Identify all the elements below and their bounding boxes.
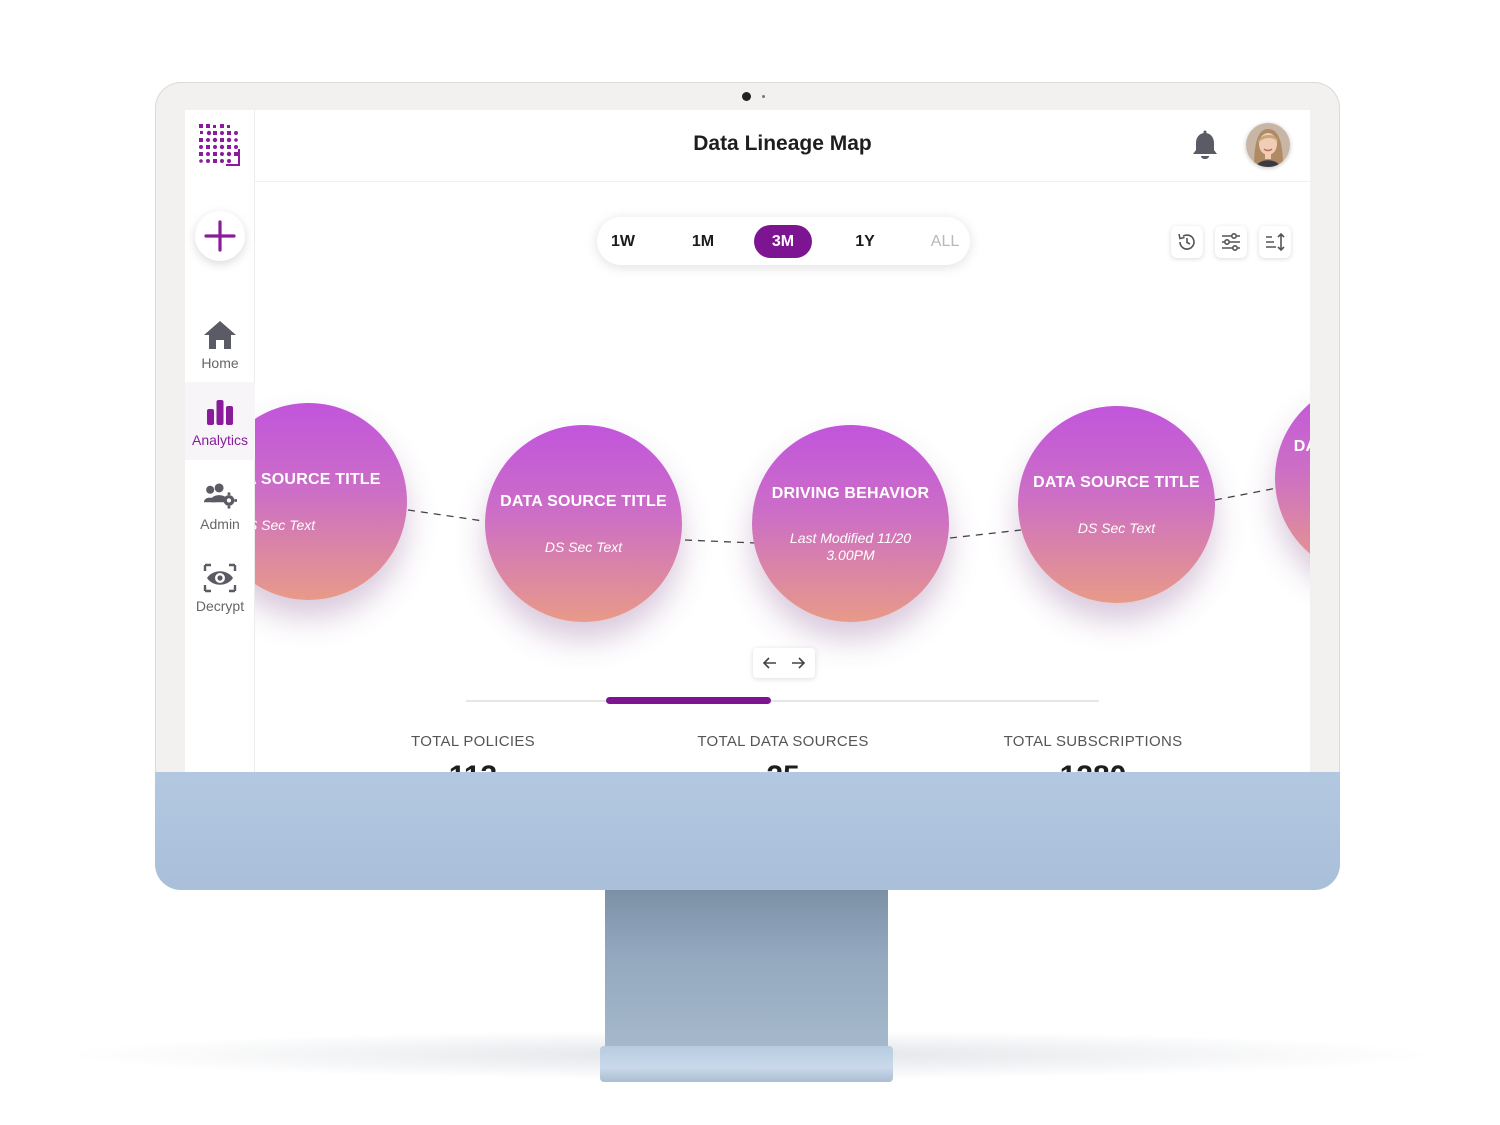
monitor: TA SOURCE TITLE DS Sec Text DATA SOURCE … <box>155 82 1340 890</box>
connector-line <box>1214 487 1278 501</box>
sidebar-item-label: Decrypt <box>195 597 245 614</box>
stat-value-data-sources: 25 <box>683 760 883 772</box>
carousel-scroll-thumb[interactable] <box>606 697 771 704</box>
node-subtitle: 3.00PM <box>826 547 875 563</box>
lineage-node[interactable]: DATA SOURCE TITLE DS Sec Text <box>1018 406 1215 603</box>
node-title: DRIVING BEHAVIOR <box>771 485 930 502</box>
arrow-left-icon <box>762 657 776 669</box>
sidebar-item-label: Admin <box>200 515 240 532</box>
device-mockup: TA SOURCE TITLE DS Sec Text DATA SOURCE … <box>0 0 1500 1125</box>
node-title: DA <box>1293 438 1310 455</box>
sidebar-item-label: Analytics <box>191 431 249 448</box>
add-button[interactable] <box>195 211 245 261</box>
avatar-image <box>1246 123 1290 167</box>
camera <box>742 92 751 101</box>
node-subtitle: Last Modified 11/20 <box>789 530 912 546</box>
range-3m-button[interactable]: 3M <box>754 225 812 258</box>
node-title: DATA SOURCE TITLE <box>500 493 667 510</box>
filter-button[interactable] <box>1215 226 1247 258</box>
user-avatar[interactable] <box>1246 123 1290 167</box>
connector-line <box>407 509 491 523</box>
carousel-pager <box>753 648 815 678</box>
lineage-map: TA SOURCE TITLE DS Sec Text DATA SOURCE … <box>185 110 1310 772</box>
node-title: DATA SOURCE TITLE <box>1033 474 1200 491</box>
time-range-selector: 1W 1M 3M 1Y ALL <box>597 217 970 265</box>
previous-button[interactable] <box>759 652 781 674</box>
stat-label-policies: TOTAL POLICIES <box>411 733 535 750</box>
stat-value-policies: 113 <box>393 760 553 772</box>
bar-chart-icon <box>207 399 233 425</box>
page-title: Data Lineage Map <box>693 132 872 155</box>
plus-icon <box>204 220 236 252</box>
sidebar-item-home[interactable]: Home <box>185 305 255 383</box>
carousel-scroll-track <box>466 700 1099 702</box>
monitor-stand-base <box>600 1046 893 1082</box>
stat-label-data-sources: TOTAL DATA SOURCES <box>697 733 869 750</box>
camera-sensor <box>762 95 765 98</box>
monitor-chin <box>155 772 1340 890</box>
arrow-right-icon <box>792 657 806 669</box>
range-1y-button[interactable]: 1Y <box>845 225 885 258</box>
history-button[interactable] <box>1171 226 1203 258</box>
range-1m-button[interactable]: 1M <box>683 225 723 258</box>
range-all-button[interactable]: ALL <box>923 225 967 258</box>
home-icon <box>204 320 236 349</box>
notification-bell-icon[interactable] <box>1190 130 1220 162</box>
monitor-stand <box>605 890 888 1050</box>
eye-icon <box>203 563 237 592</box>
filter-sliders-icon <box>1222 232 1240 252</box>
sidebar-item-label: Home <box>201 354 239 371</box>
users-gear-icon <box>203 482 237 509</box>
app-screen: TA SOURCE TITLE DS Sec Text DATA SOURCE … <box>185 110 1310 772</box>
connector-line <box>949 529 1022 539</box>
next-button[interactable] <box>787 652 809 674</box>
lineage-node[interactable]: DATA SOURCE TITLE DS Sec Text <box>485 425 682 622</box>
sidebar: Home Analytics Admin Decrypt <box>185 110 255 772</box>
sort-button[interactable] <box>1259 226 1291 258</box>
stat-value-subscriptions: 1280 <box>993 760 1193 772</box>
sidebar-item-admin[interactable]: Admin <box>185 466 255 544</box>
range-1w-button[interactable]: 1W <box>603 225 643 258</box>
app-logo[interactable] <box>198 123 242 167</box>
history-icon <box>1178 233 1195 250</box>
lineage-node-selected[interactable]: DRIVING BEHAVIOR Last Modified 11/20 3.0… <box>752 425 949 622</box>
node-subtitle: DS Sec Text <box>544 539 623 555</box>
sidebar-item-analytics[interactable]: Analytics <box>185 382 255 460</box>
stat-label-subscriptions: TOTAL SUBSCRIPTIONS <box>1003 733 1183 750</box>
top-bar: Data Lineage Map <box>255 110 1310 182</box>
connector-line <box>684 539 756 544</box>
sidebar-item-decrypt[interactable]: Decrypt <box>185 548 255 626</box>
node-subtitle: DS Sec Text <box>1077 520 1156 536</box>
sort-icon <box>1266 232 1285 252</box>
